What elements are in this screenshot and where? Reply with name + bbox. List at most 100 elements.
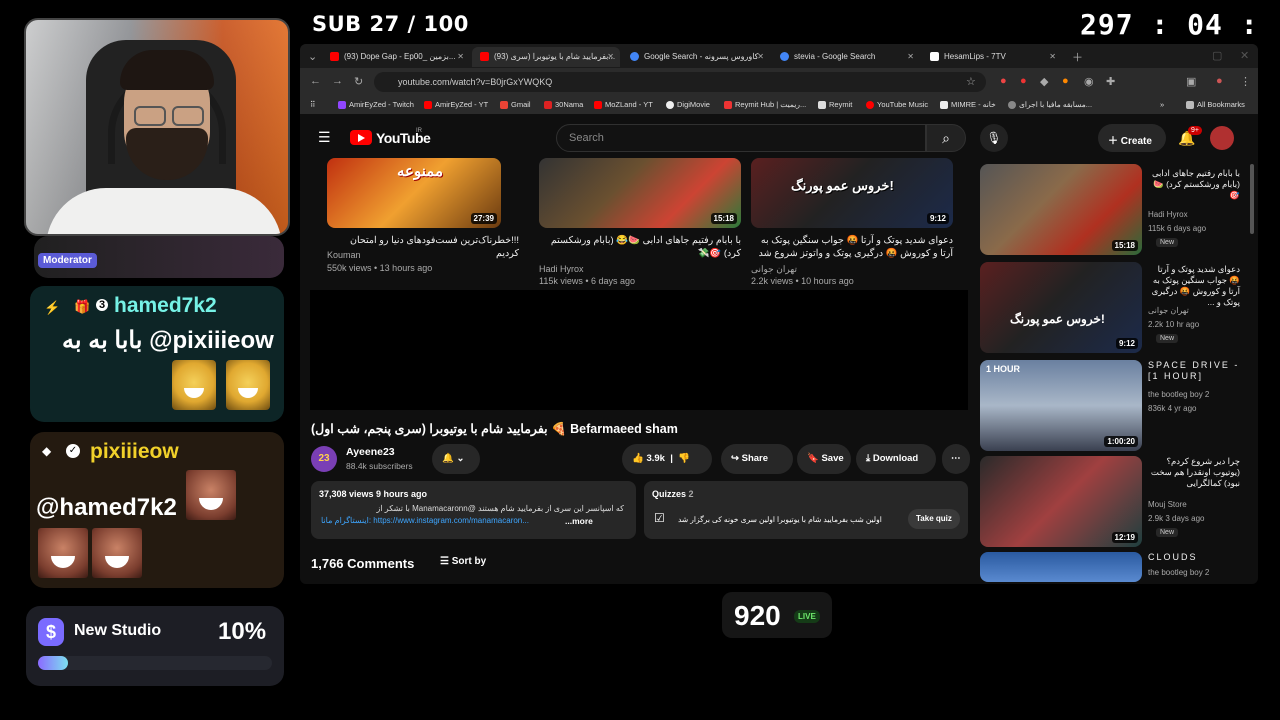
sidebar-channel[interactable]: the bootleg boy 2: [1148, 568, 1209, 577]
subscribe-bell-button[interactable]: 🔔 ⌄: [432, 444, 480, 474]
youtube-logo-text[interactable]: YouTube: [376, 130, 431, 146]
sidebar-channel[interactable]: the bootleg boy 2: [1148, 390, 1209, 399]
lightning-icon: ⚡: [44, 300, 61, 315]
extension-icon[interactable]: ◆: [1040, 75, 1048, 88]
create-button[interactable]: ＋ Create: [1098, 124, 1166, 152]
scrollbar[interactable]: [1250, 164, 1254, 234]
studio-goal-widget: $ New Studio 10%: [26, 606, 284, 686]
bookmark-item[interactable]: DigiMovie: [666, 100, 710, 110]
apps-icon[interactable]: ⠿: [310, 100, 316, 109]
browser-menu-icon[interactable]: ⋮: [1240, 75, 1251, 88]
take-quiz-button[interactable]: Take quiz: [908, 509, 960, 529]
browser-tab[interactable]: HesamLips - 7TV ✕: [922, 47, 1062, 67]
sidebar-thumbnail[interactable]: 12:19: [980, 456, 1142, 547]
bookmark-item[interactable]: YouTube Music: [866, 100, 928, 110]
profile-icon[interactable]: ●: [1216, 75, 1223, 87]
bookmark-star-icon[interactable]: ☆: [966, 75, 976, 88]
bookmarks-overflow-icon[interactable]: »: [1160, 100, 1164, 109]
emote: [172, 360, 216, 410]
like-button[interactable]: 👍 3.9k | 👎: [622, 444, 712, 474]
download-button[interactable]: ⤓ Download: [856, 444, 936, 474]
forward-icon[interactable]: →: [332, 75, 343, 87]
comments-count: 1,766 Comments: [311, 556, 415, 571]
channel-avatar[interactable]: 23: [311, 446, 337, 472]
sidebar-channel[interactable]: Mouj Store: [1148, 500, 1187, 509]
sidepanel-icon[interactable]: ▣: [1186, 75, 1196, 88]
sidebar-video-title[interactable]: چرا دیر شروع کردم؟ (یوتیوب اونقدرا هم سخ…: [1148, 456, 1240, 489]
webcam-feed: [24, 18, 290, 236]
channel-name[interactable]: تهران جوانی: [751, 264, 797, 275]
share-button[interactable]: ↪ Share: [721, 444, 793, 474]
browser-tab[interactable]: Google Search - کاوروس پسرونه ✕: [622, 47, 770, 67]
bookmark-item[interactable]: Reymit: [818, 100, 852, 110]
live-viewer-widget: 920 LIVE: [722, 592, 832, 638]
sidebar-thumbnail[interactable]: خروس عمو پورنگ! 9:12: [980, 262, 1142, 353]
new-tab-icon[interactable]: ＋: [1072, 49, 1083, 65]
menu-icon[interactable]: ☰: [318, 129, 331, 146]
bookmark-item[interactable]: MoZLand - YT: [594, 100, 653, 110]
tab-strip: ⌄ (93) Dope Gap - Ep00_ بزمین... ✕ (93) ب…: [300, 44, 1258, 68]
address-bar[interactable]: youtube.com/watch?v=B0jrGxYWQKQ: [374, 72, 986, 92]
more-actions-icon[interactable]: ⋯: [942, 444, 970, 474]
video-thumbnail[interactable]: ممنوعه 27:39: [327, 158, 501, 228]
youtube-header: ☰ YouTube IR Search ⌕ 🎙 ＋ Create 🔔 9+: [300, 118, 1258, 158]
bookmark-item[interactable]: Gmail: [500, 100, 531, 110]
mic-icon[interactable]: 🎙: [980, 124, 1008, 152]
channel-name[interactable]: Ayeene23: [346, 446, 395, 458]
description-box[interactable]: 37,308 views 9 hours ago که اسپانسر این …: [311, 481, 636, 539]
close-window-icon[interactable]: ✕: [1240, 49, 1249, 62]
youtube-logo-icon[interactable]: [350, 130, 372, 145]
video-thumbnail[interactable]: خروس عمو پورنگ! 9:12: [751, 158, 953, 228]
subscriber-count: 88.4k subscribers: [346, 461, 413, 471]
extension-icon[interactable]: ◉: [1084, 75, 1094, 88]
extension-icon[interactable]: ●: [1062, 75, 1069, 87]
bookmark-item[interactable]: MIMRE - خانه: [940, 100, 996, 110]
browser-tab[interactable]: (93) Dope Gap - Ep00_ بزمین... ✕: [322, 47, 470, 67]
browser-tab[interactable]: stevia - Google Search ✕: [772, 47, 920, 67]
channel-name[interactable]: Kouman: [327, 250, 361, 260]
bookmark-item[interactable]: AmirEyZed - Twitch: [338, 100, 414, 110]
quiz-title: Quizzes 2: [652, 489, 694, 499]
maximize-icon[interactable]: ▢: [1212, 49, 1222, 62]
sort-by-button[interactable]: ☰ Sort by: [440, 556, 486, 567]
sidebar-video-title[interactable]: SPACE DRIVE - [1 HOUR]: [1148, 360, 1240, 382]
new-badge: New: [1156, 528, 1179, 537]
sidebar-thumbnail[interactable]: [980, 552, 1142, 582]
reload-icon[interactable]: ↻: [354, 75, 363, 88]
live-badge: LIVE: [794, 610, 820, 623]
bookmark-item[interactable]: Reymit Hub | ریمیت...: [724, 100, 806, 110]
avatar[interactable]: [1210, 126, 1234, 150]
search-input[interactable]: Search: [556, 124, 926, 152]
bookmark-item[interactable]: مسابقه مافیا با اجرای...: [1008, 100, 1092, 110]
tab-search-icon[interactable]: ⌄: [308, 50, 317, 63]
save-button[interactable]: 🔖 Save: [797, 444, 851, 474]
diamond-icon: ◆: [42, 444, 52, 458]
sidebar-channel[interactable]: Hadi Hyrox: [1148, 210, 1188, 219]
all-bookmarks[interactable]: All Bookmarks: [1186, 100, 1245, 110]
video-main-title: بفرمایید شام با یوتیوبرا (سری پنجم، شب ا…: [311, 422, 678, 436]
sidebar-meta: 2.2k 10 hr ago: [1148, 320, 1200, 329]
extension-icon[interactable]: ●: [1020, 75, 1027, 87]
sidebar-thumbnail[interactable]: 1 HOUR 1:00:20: [980, 360, 1142, 451]
sidebar-video-title[interactable]: CLOUDS: [1148, 552, 1240, 563]
description-more[interactable]: ...more: [565, 516, 593, 526]
sidebar-video-title[interactable]: با بابام رفتیم جاهای ادابی (بابام ورشکست…: [1148, 168, 1240, 201]
extensions-puzzle-icon[interactable]: ✚: [1106, 75, 1115, 88]
video-thumbnail[interactable]: 15:18: [539, 158, 741, 228]
sidebar-video-title[interactable]: دعوای شدید پوتک و آرتا 🤬 جواب سنگین پوتک…: [1148, 264, 1240, 308]
browser-tab-active[interactable]: (93) بفرمایید شام با یوتیوبرا (سری... ✕: [472, 47, 620, 67]
sidebar-meta: 2.9k 3 days ago: [1148, 514, 1205, 523]
sidebar-thumbnail[interactable]: 15:18: [980, 164, 1142, 255]
channel-name[interactable]: Hadi Hyrox: [539, 264, 584, 274]
extension-icon[interactable]: ●: [1000, 75, 1007, 87]
player-area[interactable]: [310, 290, 968, 410]
video-title[interactable]: با بابام رفتیم جاهای ادابی 🍉😂 (بابام ورش…: [539, 234, 741, 260]
region-code: IR: [416, 128, 422, 134]
bookmark-item[interactable]: 30Nama: [544, 100, 583, 110]
search-icon[interactable]: ⌕: [926, 124, 966, 152]
back-icon[interactable]: ←: [310, 75, 321, 87]
bookmark-item[interactable]: AmirEyZed - YT: [424, 100, 488, 110]
video-title[interactable]: دعوای شدید پوتک و آرتا 🤬 جواب سنگین پوتک…: [751, 234, 953, 260]
description-link[interactable]: اینستاگرام مانا: https://www.instagram.c…: [321, 516, 529, 525]
sidebar-channel[interactable]: تهران جوانی: [1148, 306, 1189, 315]
